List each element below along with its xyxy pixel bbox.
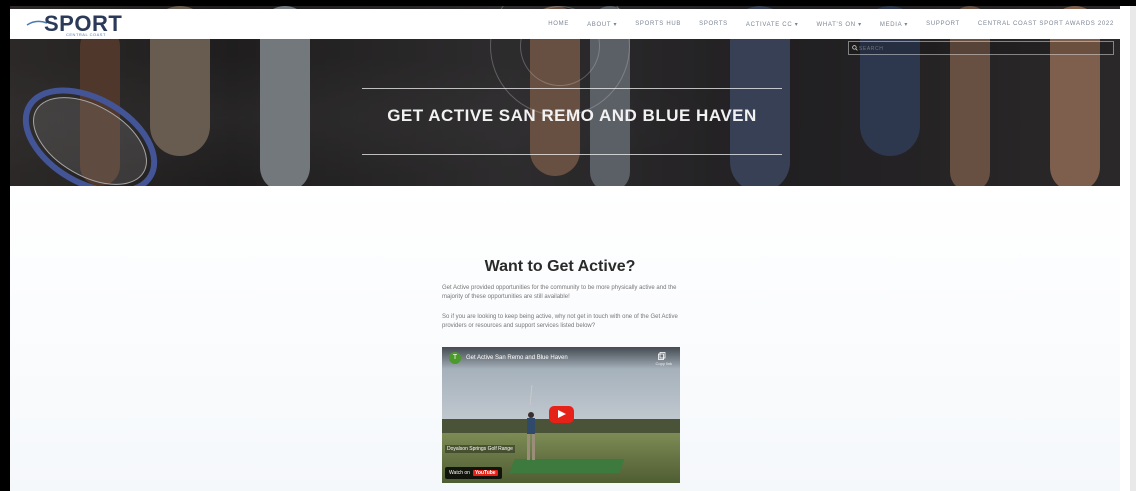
play-button[interactable] [549, 406, 574, 423]
intro-paragraph: Get Active provided opportunities for th… [442, 285, 677, 300]
nav-home[interactable]: HOME [548, 21, 569, 27]
search-box [848, 41, 1114, 55]
copy-link-label[interactable]: Copy link [656, 361, 672, 366]
section-title: Want to Get Active? [484, 258, 636, 275]
hero-rule-top [362, 88, 782, 89]
main-nav: HOME ABOUT ▾ SPORTS HUB SPORTS ACTIVATE … [548, 9, 1114, 39]
watch-on-youtube-button[interactable]: Watch on YouTube [445, 467, 502, 479]
nav-media[interactable]: MEDIA ▾ [880, 21, 908, 28]
search-icon [852, 45, 858, 51]
nav-about[interactable]: ABOUT ▾ [587, 21, 617, 28]
hero-rule-bottom [362, 154, 782, 155]
logo-subtext: CENTRAL COAST [66, 32, 106, 37]
nav-sports-hub[interactable]: SPORTS HUB [635, 21, 681, 27]
copy-link-icon[interactable] [658, 352, 666, 360]
nav-sports[interactable]: SPORTS [699, 21, 728, 27]
nav-sport-awards[interactable]: CENTRAL COAST SPORT AWARDS 2022 [978, 21, 1114, 27]
channel-avatar[interactable]: T [449, 352, 461, 364]
nav-activate-cc[interactable]: ACTIVATE CC ▾ [746, 21, 799, 28]
nav-support[interactable]: SUPPORT [926, 21, 960, 27]
search-input[interactable] [859, 44, 1099, 53]
youtube-embed[interactable]: T Get Active San Remo and Blue Haven Cop… [442, 347, 680, 483]
youtube-logo-icon: YouTube [472, 470, 498, 476]
nav-whats-on[interactable]: WHAT'S ON ▾ [816, 21, 861, 28]
video-caption: Doyalson Springs Golf Range [445, 445, 515, 453]
site-header: SPORT CENTRAL COAST HOME ABOUT ▾ SPORTS … [10, 9, 1120, 39]
contact-paragraph: So if you are looking to keep being acti… [442, 314, 678, 329]
video-title[interactable]: Get Active San Remo and Blue Haven [466, 355, 568, 361]
site-logo[interactable]: SPORT CENTRAL COAST [26, 11, 126, 37]
watch-on-label: Watch on [449, 470, 470, 476]
golfer-figure [527, 385, 535, 460]
page-title: GET ACTIVE SAN REMO AND BLUE HAVEN [387, 106, 757, 125]
page-scrollbar[interactable] [1130, 6, 1136, 491]
